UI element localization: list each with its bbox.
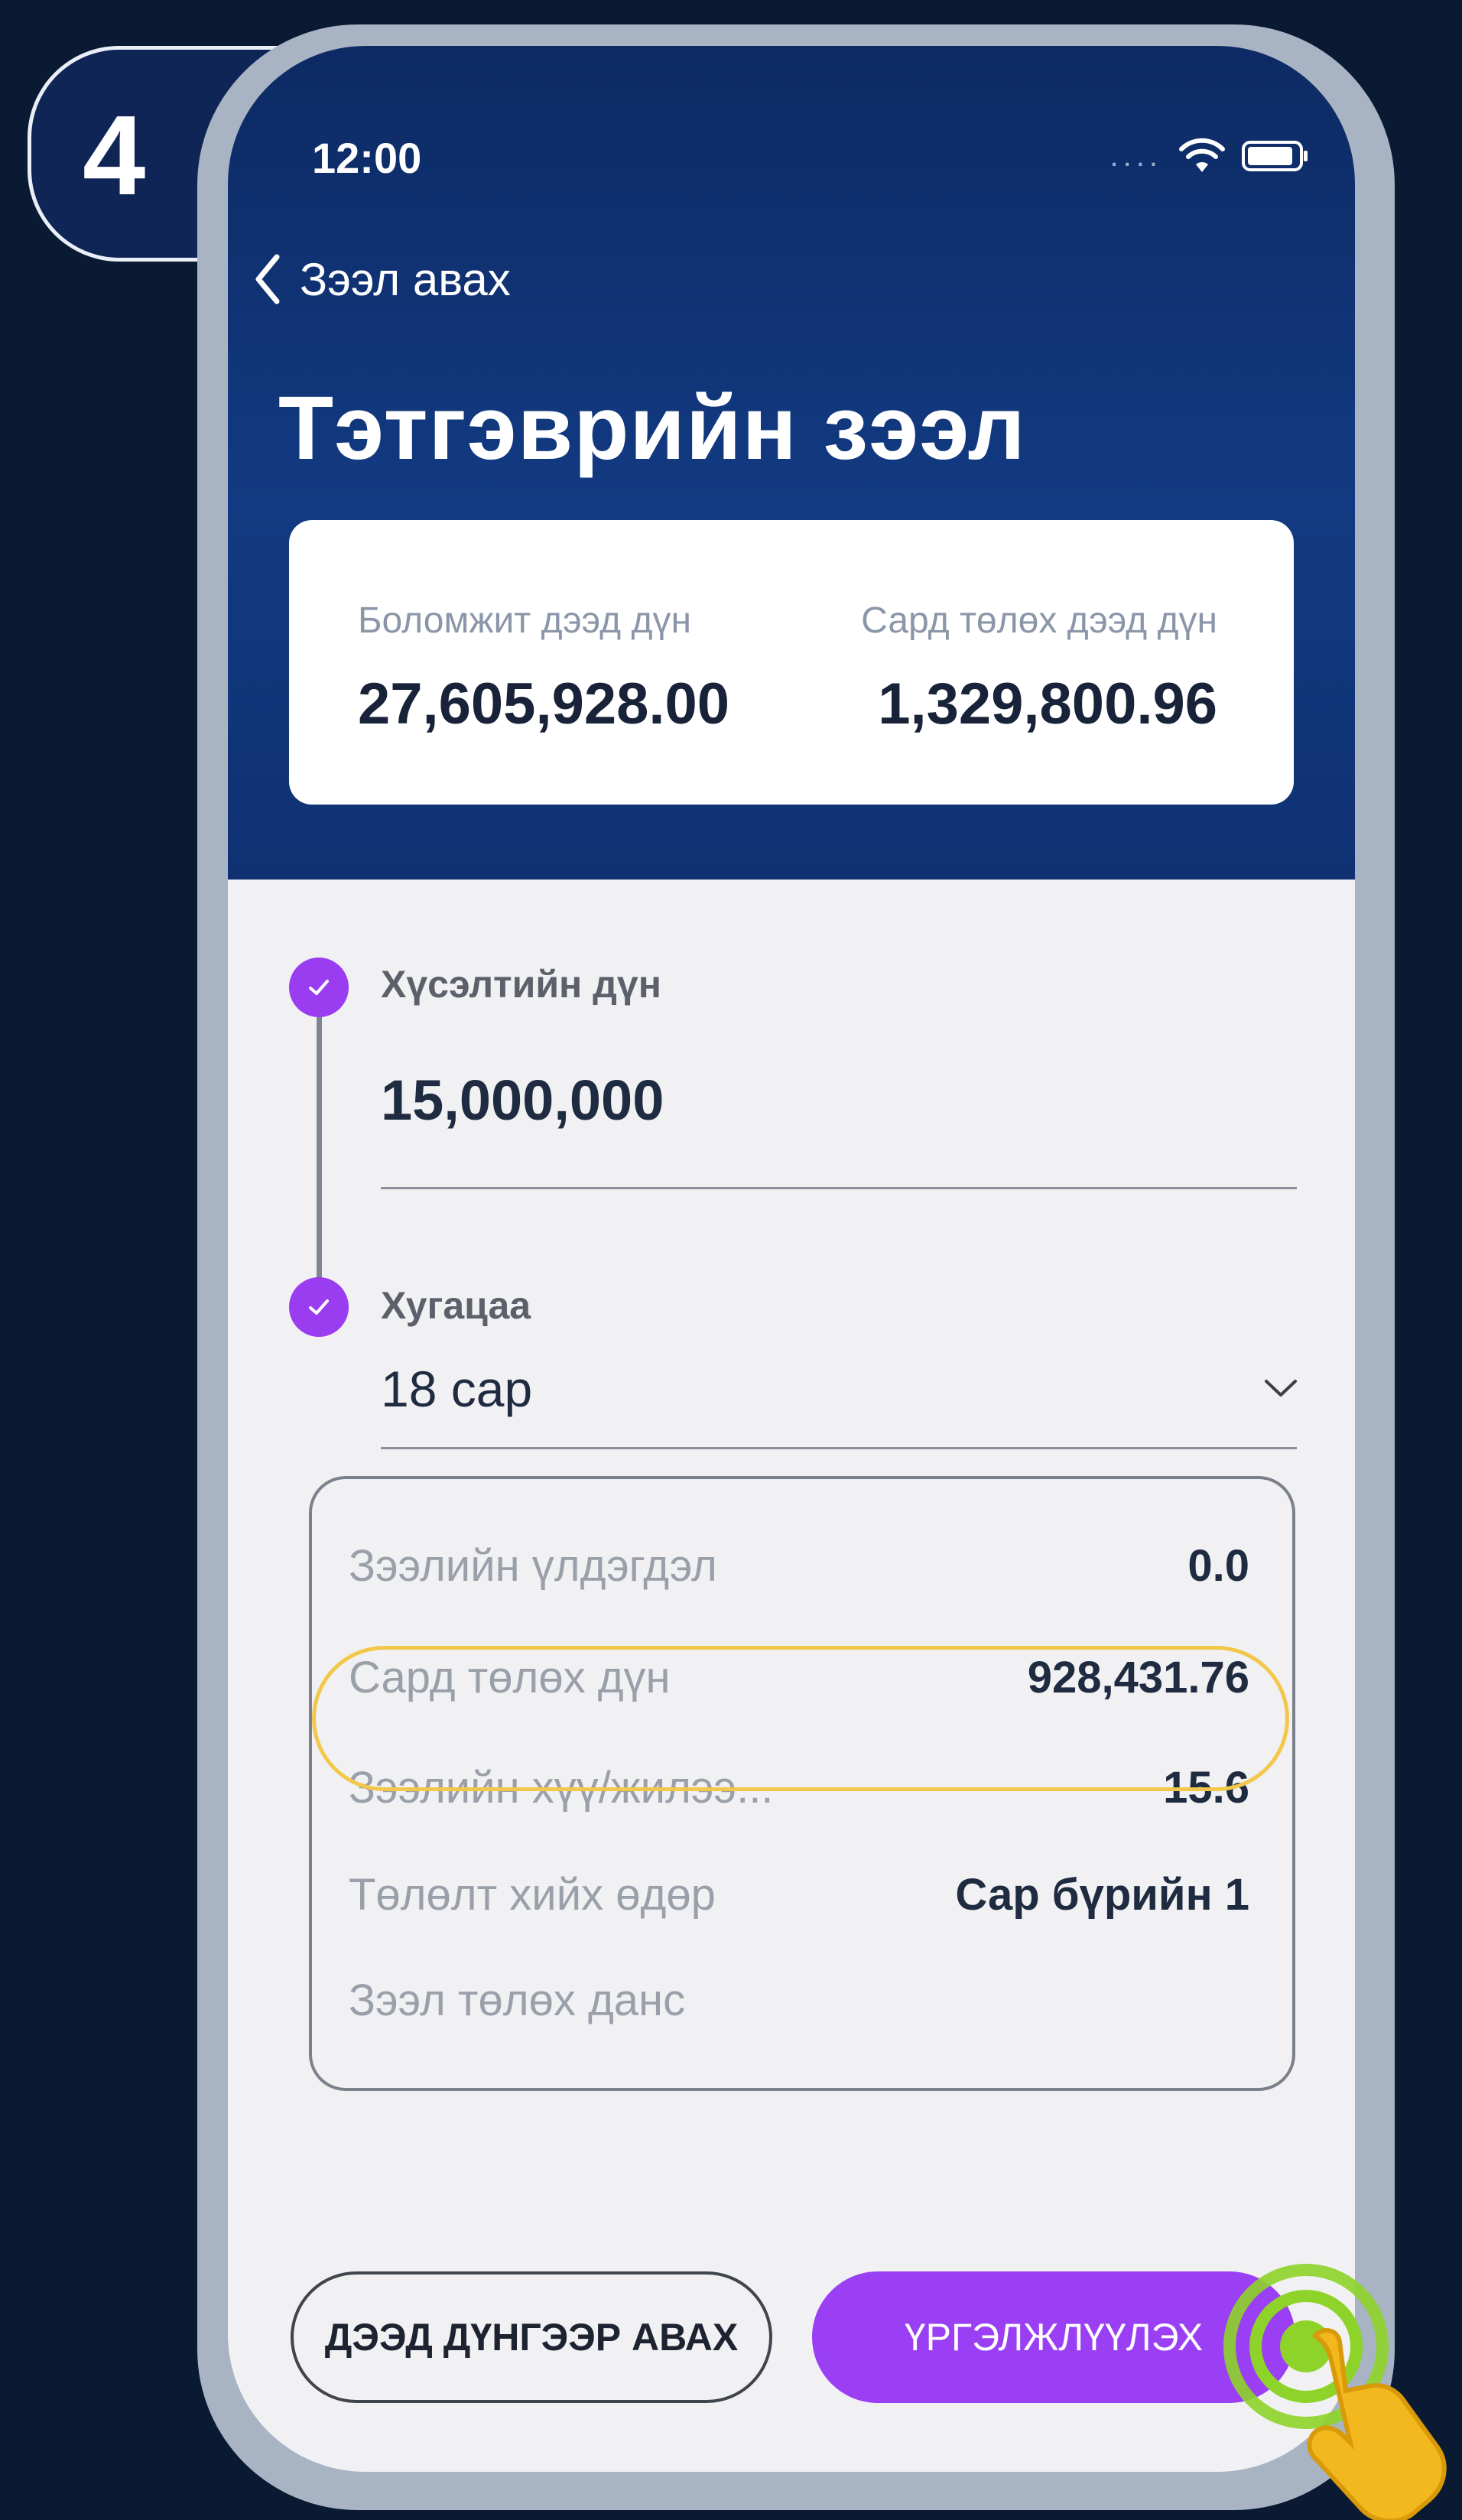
highlight-ring xyxy=(312,1646,1289,1791)
chevron-down-icon[interactable] xyxy=(1262,1377,1300,1400)
term-select[interactable]: 18 сар xyxy=(381,1360,532,1418)
amount-input[interactable]: 15,000,000 xyxy=(381,1068,664,1133)
tap-hand-icon xyxy=(1223,2264,1447,2520)
max-monthly-block: Сард төлөх дээд дүн 1,329,800.96 xyxy=(861,600,1217,737)
max-monthly-label: Сард төлөх дээд дүн xyxy=(861,600,1217,641)
timeline-line xyxy=(317,987,322,1308)
step-check-icon xyxy=(289,958,349,1017)
detail-row: Төлөлт хийх өдөр Сар бүрийн 1 xyxy=(312,1869,1292,1946)
detail-label: Төлөлт хийх өдөр xyxy=(349,1870,716,1920)
signal-icon: .... xyxy=(1109,138,1162,173)
status-time: 12:00 xyxy=(312,134,422,182)
status-icons: .... xyxy=(1110,133,1309,179)
detail-row: Зээлийн үлдэгдэл 0.0 xyxy=(312,1540,1292,1617)
detail-value: 0.0 xyxy=(1187,1541,1249,1591)
term-label: Хугацаа xyxy=(381,1284,531,1327)
step-number: 4 xyxy=(83,93,146,219)
max-available-value: 27,605,928.00 xyxy=(358,671,730,736)
page-title: Тэтгэврийн зээл xyxy=(278,378,1026,479)
amount-underline xyxy=(381,1187,1297,1189)
back-button[interactable]: Зээл авах xyxy=(252,252,511,306)
max-amount-button[interactable]: ДЭЭД ДҮНГЭЭР АВАХ xyxy=(291,2271,772,2403)
step-check-icon xyxy=(289,1277,349,1337)
wifi-icon xyxy=(1179,138,1225,172)
back-label: Зээл авах xyxy=(300,253,511,305)
phone-screen: 12:00 .... Зээл авах Тэтгэврийн зээл Бол… xyxy=(228,46,1355,2472)
max-available-block: Боломжит дээд дүн 27,605,928.00 xyxy=(358,600,729,737)
detail-label: Зээл төлөх данс xyxy=(349,1975,686,2025)
term-underline xyxy=(381,1447,1297,1449)
detail-label: Зээлийн үлдэгдэл xyxy=(349,1541,717,1591)
detail-value: Сар бүрийн 1 xyxy=(955,1870,1249,1920)
amount-label: Хүсэлтийн дүн xyxy=(381,963,661,1006)
max-monthly-value: 1,329,800.96 xyxy=(878,671,1217,736)
max-available-label: Боломжит дээд дүн xyxy=(358,600,691,641)
summary-card: Боломжит дээд дүн 27,605,928.00 Сард төл… xyxy=(289,520,1294,805)
detail-row[interactable]: Зээл төлөх данс xyxy=(312,1975,1292,2051)
battery-icon xyxy=(1242,141,1308,171)
chevron-left-icon xyxy=(255,254,280,304)
